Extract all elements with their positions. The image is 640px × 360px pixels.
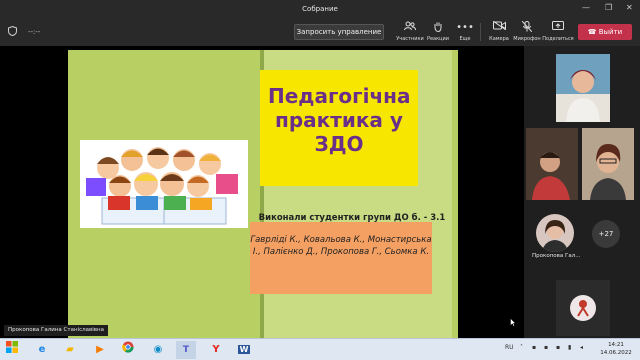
share-label: Поделиться (542, 36, 574, 42)
edge-icon: ◉ (153, 344, 163, 355)
tray-app-icon-3[interactable]: ▪ (556, 344, 560, 351)
media-player-icon: ▶ (96, 344, 104, 355)
more-label: Еще (459, 36, 471, 42)
start-button[interactable] (2, 341, 22, 359)
participant-photo-4 (556, 280, 610, 336)
teams-icon: T (182, 345, 190, 355)
participant-photo-1 (556, 54, 610, 122)
share-screen-icon (541, 21, 575, 34)
more-button[interactable]: ••• Еще (448, 21, 482, 42)
yandex-icon: Y (212, 344, 220, 355)
share-button[interactable]: Поделиться (541, 21, 575, 42)
leave-button[interactable]: ☎ Выйти (578, 24, 632, 40)
clock-date: 14.06.2022 (600, 350, 632, 356)
close-window-button[interactable]: ✕ (626, 3, 633, 12)
clock-time: 14:21 (608, 342, 624, 348)
system-clock[interactable]: 14:21 14.06.2022 (598, 341, 634, 357)
internet-explorer-icon: e (38, 344, 46, 355)
taskbar-explorer[interactable]: ▰ (60, 341, 80, 359)
participant-video-4[interactable] (556, 280, 610, 336)
language-indicator[interactable]: RU (505, 344, 514, 351)
taskbar-word[interactable]: W (234, 341, 254, 359)
restore-button[interactable]: ❐ (605, 3, 612, 12)
word-icon: W (237, 345, 251, 354)
mouse-cursor-icon (510, 317, 517, 329)
meeting-toolbar: --:-- Запросить управление Участники Реа… (0, 18, 640, 46)
participant-avatar[interactable] (536, 214, 574, 252)
participant-video-2[interactable] (526, 128, 578, 200)
taskbar-chrome[interactable] (118, 341, 138, 359)
presenter-name-label: Прокопова Галина Станіславівна (4, 325, 108, 336)
windows-taskbar: e ▰ ▶ ◉ T Y W RU ˄ ▪ ▪ ▪ ▮ ◂ 14:21 14.06… (0, 338, 640, 360)
shield-icon (8, 25, 17, 39)
microphone-label: Микрофон (513, 36, 541, 42)
more-participants-button[interactable]: +27 (592, 220, 620, 248)
chrome-icon (122, 341, 134, 356)
meeting-timer: --:-- (28, 28, 41, 36)
participant-photo-2 (526, 128, 578, 200)
shared-content-stage: Педагогічна практика у ЗДО Виконали студ… (0, 46, 524, 338)
presentation-slide: Педагогічна практика у ЗДО Виконали студ… (68, 50, 458, 338)
student-names-box: Гаврліді К., Ковальова К., Монастирська … (250, 222, 432, 294)
participant-video-3[interactable] (582, 128, 634, 200)
tray-app-icon[interactable]: ▪ (532, 344, 536, 351)
slide-title-box: Педагогічна практика у ЗДО (260, 70, 418, 186)
taskbar-teams[interactable]: T (176, 341, 196, 359)
taskbar-media[interactable]: ▶ (90, 341, 110, 359)
avatar-participant-name: Прокопова Гал... (532, 253, 581, 259)
slide-title: Педагогічна практика у ЗДО (268, 84, 411, 156)
taskbar-yandex[interactable]: Y (206, 341, 226, 359)
minimize-button[interactable]: — (582, 3, 590, 12)
taskbar-ie[interactable]: e (32, 341, 52, 359)
leave-label: Выйти (598, 28, 623, 36)
toolbar-separator (480, 23, 481, 41)
folder-icon: ▰ (66, 344, 74, 355)
children-illustration (80, 140, 248, 228)
tray-app-icon-2[interactable]: ▪ (544, 344, 548, 351)
volume-icon[interactable]: ◂ (580, 344, 583, 351)
phone-hangup-icon: ☎ (587, 28, 597, 36)
network-icon[interactable]: ▮ (568, 344, 571, 351)
tray-up-arrow-icon[interactable]: ˄ (520, 344, 523, 351)
more-dots-icon: ••• (456, 22, 474, 33)
window-title: Собрание (302, 5, 338, 13)
windows-logo-icon (6, 341, 18, 356)
taskbar-edge[interactable]: ◉ (148, 341, 168, 359)
window-titlebar: Собрание — ❐ ✕ (0, 0, 640, 18)
microphone-muted-icon (510, 20, 544, 34)
avatar-photo (536, 214, 574, 252)
participant-video-1[interactable] (556, 54, 610, 122)
request-control-button[interactable]: Запросить управление (294, 24, 384, 40)
microphone-button[interactable]: Микрофон (510, 20, 544, 42)
student-names: Гаврліді К., Ковальова К., Монастирська … (250, 235, 432, 257)
participant-photo-3 (582, 128, 634, 200)
